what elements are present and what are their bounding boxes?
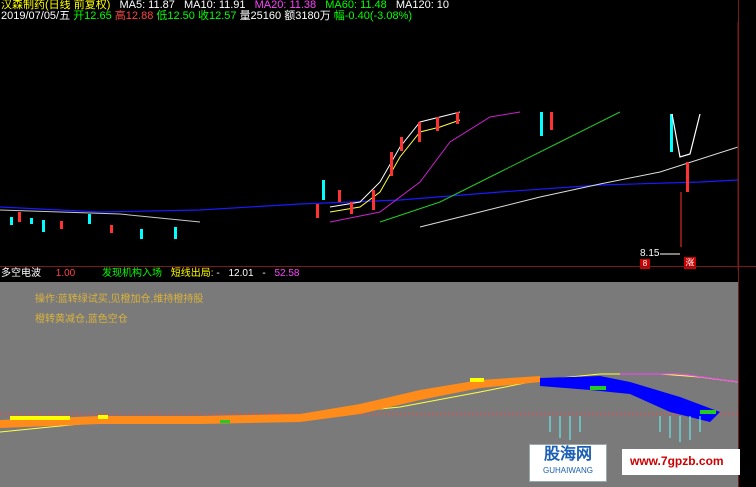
- close-label: 收12.57: [197, 10, 237, 22]
- ma-line-white-short: [329, 111, 461, 208]
- indicator-bar[interactable]: 多空电波 1.00 发现机构入场 短线出局: - 12.01 - 52.58: [1, 268, 299, 279]
- stock-chart-window: { "header": { "stock_name": "汉森制药(日线 前复权…: [0, 0, 756, 487]
- ma-line-blue: [0, 179, 738, 213]
- ma-line-yellow: [329, 119, 461, 213]
- indicator-sep: -: [216, 268, 220, 279]
- amount-label: 额3180万: [284, 10, 331, 22]
- indicator-value4: 52.58: [274, 268, 300, 279]
- indicator-value3: 12.01: [228, 268, 254, 279]
- indicator-name[interactable]: 多空电波: [1, 268, 41, 279]
- low-price-marker: 8.15: [640, 248, 660, 259]
- quote-info-bar: 2019/07/05/五 开12.65 高12.88 低12.50 收12.57…: [1, 11, 412, 22]
- watermark-logo-sub: GUHAIWANG: [543, 466, 593, 475]
- axis-divider: [738, 0, 739, 487]
- indicator-sep2: -: [262, 268, 266, 279]
- indicator-label2: 发现机构入场: [102, 268, 163, 279]
- ma-line-v: [671, 113, 701, 158]
- low-label: 低12.50: [156, 10, 195, 22]
- change-label: 幅-0.40(-3.08%): [333, 10, 413, 22]
- high-label: 高12.88: [114, 10, 154, 22]
- volume-label: 量25160: [239, 10, 282, 22]
- date-label: 2019/07/05/五: [1, 10, 71, 22]
- candles-left: [10, 212, 177, 239]
- indicator-value1: 1.00: [55, 268, 76, 279]
- panel-divider: [0, 266, 756, 267]
- up-badge: 涨: [684, 257, 696, 269]
- indicator-label3: 短线出局:: [170, 268, 214, 279]
- ma-line-green: [379, 111, 621, 223]
- open-label: 开12.65: [73, 10, 112, 22]
- down-badge: 8: [640, 259, 650, 269]
- watermark-logo-text: 股海网: [543, 446, 592, 463]
- ma-line-magenta: [329, 111, 521, 223]
- watermark-site: www.7gpzb.com: [622, 449, 740, 475]
- watermark-logo: 股海网 GUHAIWANG: [529, 444, 607, 482]
- price-chart[interactable]: [0, 22, 738, 270]
